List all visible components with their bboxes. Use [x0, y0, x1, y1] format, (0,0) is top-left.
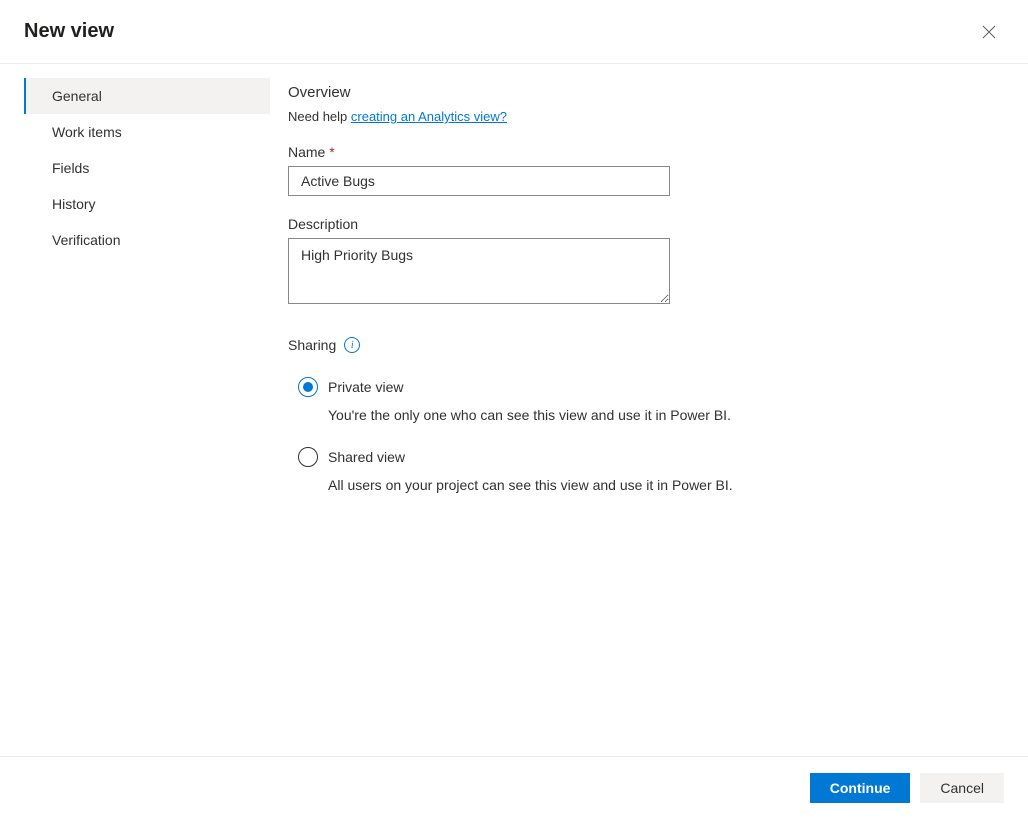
sidebar-item-work-items[interactable]: Work items — [24, 114, 270, 150]
sidebar-item-label: General — [52, 88, 102, 104]
help-link[interactable]: creating an Analytics view? — [351, 109, 507, 124]
sidebar-item-label: Fields — [52, 160, 89, 176]
sidebar-item-verification[interactable]: Verification — [24, 222, 270, 258]
content-panel: Overview Need help creating an Analytics… — [270, 78, 1028, 517]
description-label: Description — [288, 216, 1004, 232]
cancel-button[interactable]: Cancel — [920, 773, 1004, 803]
dialog-header: New view — [0, 0, 1028, 64]
radio-private[interactable]: Private view — [288, 377, 1004, 397]
dialog-footer: Continue Cancel — [0, 756, 1028, 819]
sidebar-item-label: Work items — [52, 124, 122, 140]
name-input[interactable] — [288, 166, 670, 196]
close-button[interactable] — [978, 21, 1000, 43]
close-icon — [982, 25, 996, 39]
radio-private-label: Private view — [328, 379, 403, 395]
name-label-text: Name — [288, 144, 325, 160]
sidebar-nav: General Work items Fields History Verifi… — [0, 78, 270, 517]
main-content: General Work items Fields History Verifi… — [0, 64, 1028, 517]
radio-shared-label: Shared view — [328, 449, 405, 465]
sharing-label: Sharing — [288, 337, 336, 353]
radio-shared[interactable]: Shared view — [288, 447, 1004, 467]
sidebar-item-label: Verification — [52, 232, 120, 248]
sidebar-item-fields[interactable]: Fields — [24, 150, 270, 186]
sharing-header: Sharing i — [288, 337, 1004, 353]
help-prefix: Need help — [288, 109, 351, 124]
help-text: Need help creating an Analytics view? — [288, 109, 1004, 124]
continue-button[interactable]: Continue — [810, 773, 911, 803]
sidebar-item-history[interactable]: History — [24, 186, 270, 222]
radio-icon — [298, 447, 318, 467]
dialog-title: New view — [24, 20, 114, 43]
info-icon[interactable]: i — [344, 337, 360, 353]
sidebar-item-general[interactable]: General — [24, 78, 270, 114]
name-label: Name * — [288, 144, 1004, 160]
radio-private-desc: You're the only one who can see this vie… — [288, 407, 1004, 423]
overview-title: Overview — [288, 84, 1004, 101]
sidebar-item-label: History — [52, 196, 96, 212]
required-indicator: * — [329, 144, 334, 160]
description-input[interactable] — [288, 238, 670, 304]
radio-shared-desc: All users on your project can see this v… — [288, 477, 1004, 493]
radio-icon — [298, 377, 318, 397]
